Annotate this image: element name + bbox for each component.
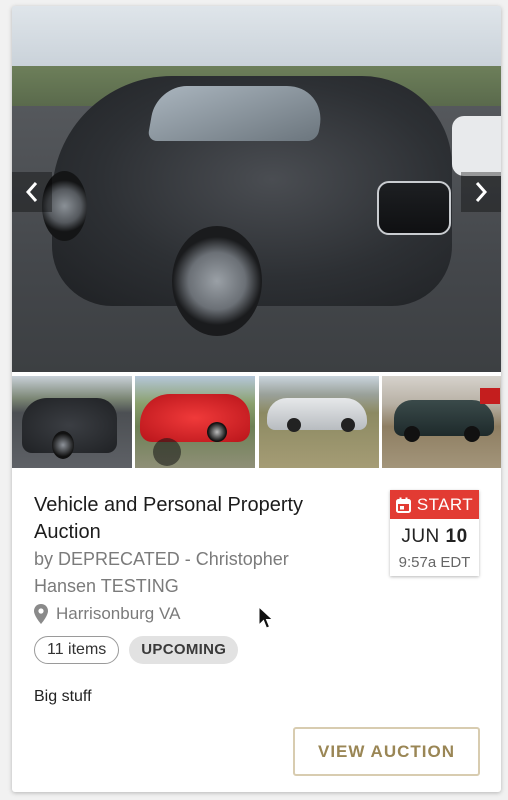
thumbnail-3[interactable] [259,376,379,468]
mouse-cursor-icon [258,606,274,629]
next-image-button[interactable] [461,172,501,212]
chevron-left-icon [25,182,38,202]
thumbnail-1[interactable] [12,376,132,468]
prev-image-button[interactable] [12,172,52,212]
start-date: JUN 10 [390,526,479,548]
location-text: Harrisonburg VA [56,604,181,623]
thumbnail-strip [12,376,501,468]
view-auction-button[interactable]: VIEW AUCTION [293,727,480,776]
image-front-wheel [172,226,262,336]
auction-description: Big stuff [34,688,92,705]
thumbnail-4[interactable] [382,376,501,468]
start-header: START [390,490,479,519]
main-image[interactable] [12,6,501,372]
auction-seller: by DEPRECATED - Christopher Hansen TESTI… [34,549,289,596]
auction-card: Vehicle and Personal Property Auction by… [12,6,501,792]
thumbnail-2[interactable] [135,376,255,468]
start-time: 9:57a EDT [398,554,471,571]
calendar-icon [395,497,411,513]
start-date-box: START JUN 10 9:57a EDT [390,490,479,576]
image-white-car [452,116,501,176]
auction-title[interactable]: Vehicle and Personal Property Auction [34,492,354,546]
chevron-right-icon [475,182,488,202]
start-label: START [416,494,474,514]
auction-location: Harrisonburg VA [34,604,180,624]
image-grille [377,181,451,235]
start-month: JUN [401,526,440,547]
items-count-badge: 11 items [34,636,120,664]
auction-details: Vehicle and Personal Property Auction by… [12,468,501,792]
status-badge: UPCOMING [129,636,239,664]
location-pin-icon [34,604,48,624]
start-day: 10 [445,526,468,547]
auction-badges: 11 items UPCOMING [34,636,239,664]
image-windshield [147,86,327,141]
